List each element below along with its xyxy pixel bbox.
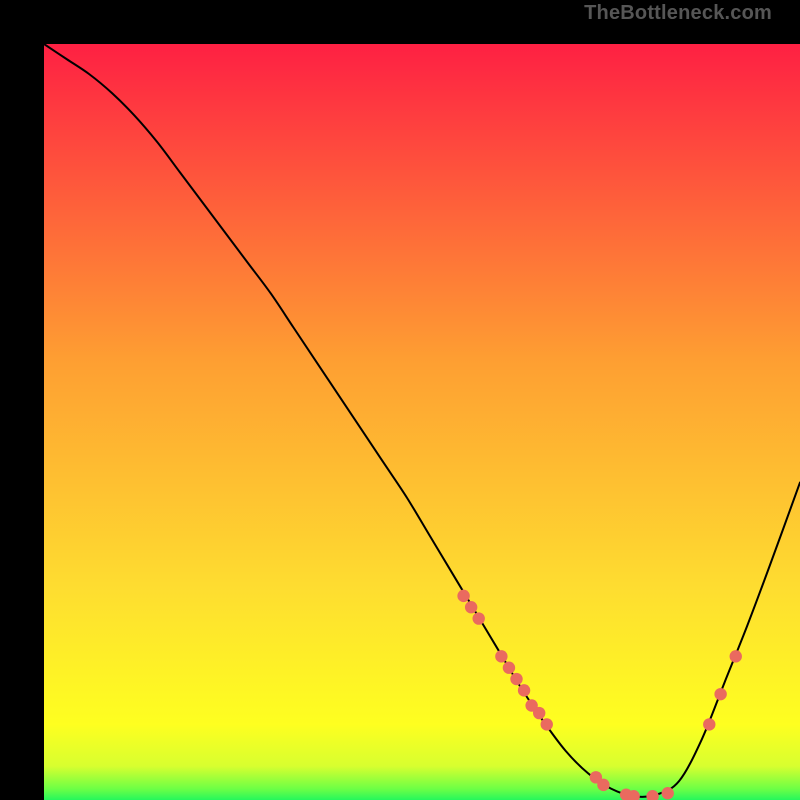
data-marker [703,718,715,730]
data-marker [714,688,726,700]
data-marker [457,590,469,602]
data-marker [541,718,553,730]
data-marker [510,673,522,685]
data-marker [533,707,545,719]
gradient-background [44,44,800,800]
data-marker [597,779,609,791]
data-marker [518,684,530,696]
data-marker [503,662,515,674]
watermark-label: TheBottleneck.com [584,2,772,25]
data-marker [465,601,477,613]
chart-frame [22,22,778,778]
data-marker [662,787,674,799]
data-marker [730,650,742,662]
chart-svg [44,44,800,800]
data-marker [495,650,507,662]
data-marker [473,612,485,624]
